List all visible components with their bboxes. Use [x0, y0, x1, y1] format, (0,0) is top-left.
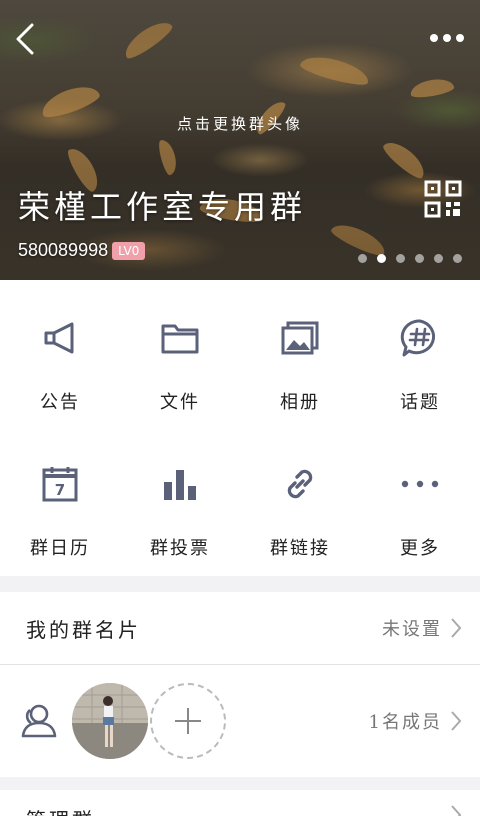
grid-item-files[interactable]: 文件: [120, 280, 240, 428]
members-icon: [21, 704, 57, 738]
level-badge: LV0: [112, 241, 146, 260]
grid-item-label: 话题: [400, 392, 440, 413]
announcement-icon: [38, 316, 82, 360]
qr-code-icon[interactable]: [424, 180, 462, 218]
grid-item-topic[interactable]: 话题: [360, 280, 480, 428]
grid-item-label: 公告: [40, 392, 80, 413]
page-dot: [415, 254, 424, 263]
back-arrow-icon[interactable]: [14, 22, 36, 56]
topic-icon: [398, 316, 442, 360]
group-name: 荣槿工作室专用群: [18, 188, 307, 226]
grid-item-label: 群链接: [270, 538, 330, 559]
chevron-right-icon: [451, 805, 462, 816]
grid-item-album[interactable]: 相册: [240, 280, 360, 428]
manage-group-title: 管理群: [26, 804, 95, 816]
album-icon: [278, 316, 322, 360]
function-grid: 公告 文件 相册 话题 7 群日历 群投票 群链接 更多: [0, 280, 480, 576]
my-group-card-title: 我的群名片: [26, 617, 141, 642]
page-dot: [453, 254, 462, 263]
page-dot: [434, 254, 443, 263]
grid-item-label: 相册: [280, 392, 320, 413]
chevron-right-icon: [451, 711, 462, 731]
chevron-right-icon: [451, 618, 462, 638]
grid-item-vote[interactable]: 群投票: [120, 428, 240, 576]
grid-item-label: 更多: [400, 538, 440, 559]
grid-item-label: 文件: [160, 392, 200, 413]
group-header: 点击更换群头像 荣槿工作室专用群 580089998 LV0: [0, 0, 480, 280]
grid-item-label: 群投票: [150, 538, 210, 559]
vote-icon: [158, 462, 202, 506]
members-row: 1名成员: [0, 665, 480, 777]
member-count: 1名成员: [368, 712, 442, 733]
folder-icon: [158, 316, 202, 360]
page-dot-active: [377, 254, 386, 263]
page-dot: [396, 254, 405, 263]
link-icon: [278, 462, 322, 506]
change-avatar-button[interactable]: 点击更换群头像: [0, 113, 480, 134]
grid-item-announcement[interactable]: 公告: [0, 280, 120, 428]
page-dot: [358, 254, 367, 263]
more-icon: [398, 462, 442, 506]
grid-item-link[interactable]: 群链接: [240, 428, 360, 576]
grid-item-label: 群日历: [30, 538, 90, 559]
more-options-icon[interactable]: [430, 30, 466, 46]
calendar-icon: 7: [38, 462, 82, 506]
photo-page-indicator: [358, 254, 462, 263]
member-avatar[interactable]: [72, 683, 148, 759]
my-group-card-row[interactable]: 我的群名片 未设置: [0, 592, 480, 664]
grid-item-more[interactable]: 更多: [360, 428, 480, 576]
add-member-button[interactable]: [150, 683, 226, 759]
manage-group-row[interactable]: 管理群: [0, 790, 480, 816]
svg-text:7: 7: [55, 481, 65, 499]
settings-card: 我的群名片 未设置 1名成员: [0, 592, 480, 777]
group-id-row: 580089998 LV0: [18, 240, 146, 261]
my-group-card-value: 未设置: [382, 619, 442, 640]
plus-icon: [175, 708, 201, 734]
grid-item-calendar[interactable]: 7 群日历: [0, 428, 120, 576]
group-id: 580089998: [18, 240, 109, 260]
member-count-link[interactable]: 1名成员: [369, 708, 462, 734]
manage-card: 管理群: [0, 790, 480, 816]
